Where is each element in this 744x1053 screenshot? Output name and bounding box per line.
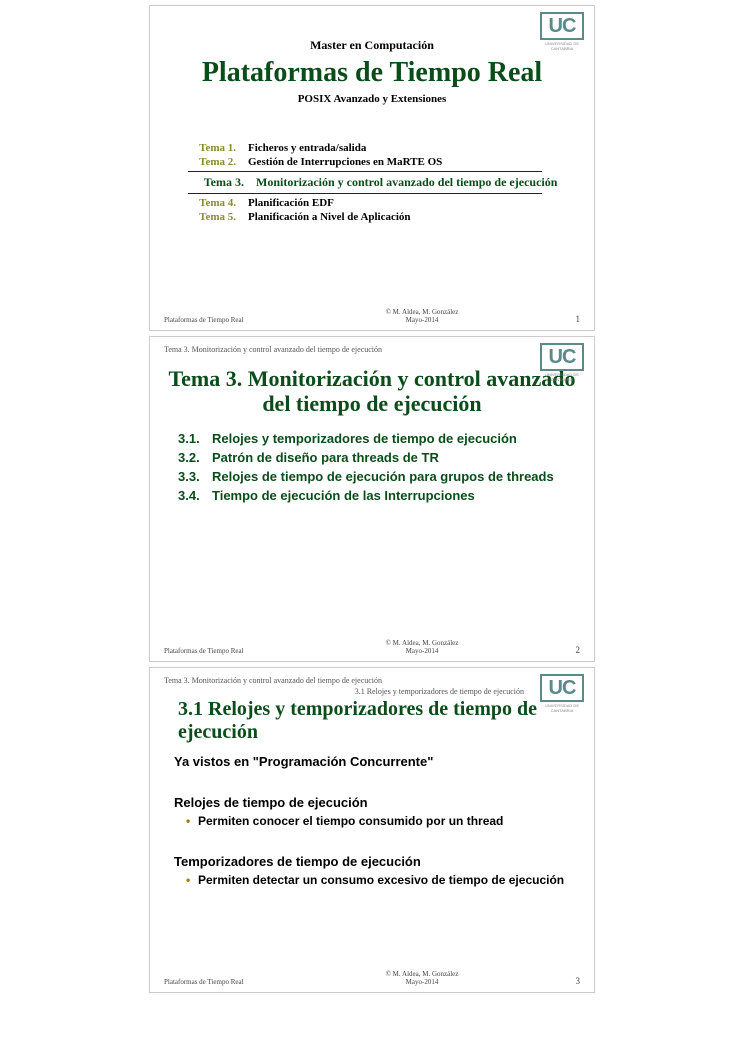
footer-left: Plataformas de Tiempo Real <box>164 316 284 324</box>
footer: Plataformas de Tiempo Real © M. Aldea, M… <box>164 308 580 324</box>
footer-center: © M. Aldea, M. González Mayo-2014 <box>284 308 560 324</box>
logo: UC UNIVERSIDAD DE CANTABRIA <box>540 674 584 713</box>
section-text: Relojes y temporizadores de tiempo de ej… <box>212 431 580 446</box>
toc: Tema 1. Ficheros y entrada/salida Tema 2… <box>188 141 580 169</box>
section-title: 3.1 Relojes y temporizadores de tiempo d… <box>174 698 580 744</box>
heading-1: Relojes de tiempo de ejecución <box>174 795 580 810</box>
toc-label: Planificación EDF <box>248 197 580 209</box>
breadcrumb: Tema 3. Monitorización y control avanzad… <box>164 676 580 685</box>
subtitle: POSIX Avanzado y Extensiones <box>164 93 580 105</box>
section-row: 3.2. Patrón de diseño para threads de TR <box>178 450 580 465</box>
footer-copyright: © M. Aldea, M. González <box>386 639 459 647</box>
toc-separator <box>188 171 542 172</box>
section-text: Patrón de diseño para threads de TR <box>212 450 580 465</box>
toc-after: Tema 4. Planificación EDF Tema 5. Planif… <box>188 196 580 224</box>
footer-copyright: © M. Aldea, M. González <box>386 970 459 978</box>
page-number: 3 <box>560 976 580 986</box>
footer-date: Mayo-2014 <box>406 978 439 986</box>
toc-row: Tema 4. Planificación EDF <box>188 196 580 210</box>
section-row: 3.4. Tiempo de ejecución de las Interrup… <box>178 488 580 503</box>
bullet-text: Permiten conocer el tiempo consumido por… <box>198 814 580 828</box>
breadcrumb: Tema 3. Monitorización y control avanzad… <box>164 345 580 354</box>
slide-2: Tema 3. Monitorización y control avanzad… <box>149 336 595 662</box>
bullet-icon: • <box>186 873 198 887</box>
footer-copyright: © M. Aldea, M. González <box>386 308 459 316</box>
toc-separator <box>188 193 542 194</box>
toc-label: Gestión de Interrupciones en MaRTE OS <box>248 156 580 168</box>
toc-num: Tema 4. <box>188 197 248 209</box>
footer-center: © M. Aldea, M. González Mayo-2014 <box>284 639 560 655</box>
bullet-icon: • <box>186 814 198 828</box>
footer: Plataformas de Tiempo Real © M. Aldea, M… <box>164 639 580 655</box>
logo-text: UC <box>540 343 584 371</box>
section-list: 3.1. Relojes y temporizadores de tiempo … <box>178 431 580 503</box>
footer-center: © M. Aldea, M. González Mayo-2014 <box>284 970 560 986</box>
slide-title: Tema 3. Monitorización y control avanzad… <box>164 366 580 417</box>
section-num: 3.3. <box>178 469 212 484</box>
footer-date: Mayo-2014 <box>406 316 439 324</box>
section-row: 3.3. Relojes de tiempo de ejecución para… <box>178 469 580 484</box>
toc-num: Tema 1. <box>188 142 248 154</box>
main-title: Plataformas de Tiempo Real <box>164 57 580 89</box>
heading-2: Temporizadores de tiempo de ejecución <box>174 854 580 869</box>
logo-subtext: UNIVERSIDAD DE CANTABRIA <box>540 41 584 51</box>
logo: UC UNIVERSIDAD DE CANTABRIA <box>540 12 584 51</box>
toc-label: Planificación a Nivel de Aplicación <box>248 211 580 223</box>
footer: Plataformas de Tiempo Real © M. Aldea, M… <box>164 970 580 986</box>
section-text: Tiempo de ejecución de las Interrupcione… <box>212 488 580 503</box>
toc-label: Monitorización y control avanzado del ti… <box>256 175 580 190</box>
slide-1: UC UNIVERSIDAD DE CANTABRIA Master en Co… <box>149 5 595 331</box>
logo-subtext: UNIVERSIDAD DE CANTABRIA <box>540 372 584 382</box>
page-number: 2 <box>560 645 580 655</box>
section-num: 3.2. <box>178 450 212 465</box>
toc-highlight-wrap: Tema 3. Monitorización y control avanzad… <box>188 174 580 191</box>
footer-date: Mayo-2014 <box>406 647 439 655</box>
toc-num: Tema 3. <box>188 175 256 190</box>
breadcrumb-sub: 3.1 Relojes y temporizadores de tiempo d… <box>164 687 580 696</box>
slide-3: Tema 3. Monitorización y control avanzad… <box>149 667 595 993</box>
toc-num: Tema 5. <box>188 211 248 223</box>
section-title-text: 3.1 Relojes y temporizadores de tiempo d… <box>174 698 580 744</box>
logo-text: UC <box>540 674 584 702</box>
section-num: 3.1. <box>178 431 212 446</box>
bullet-row: • Permiten detectar un consumo excesivo … <box>186 873 580 887</box>
footer-left: Plataformas de Tiempo Real <box>164 647 284 655</box>
section-text: Relojes de tiempo de ejecución para grup… <box>212 469 580 484</box>
footer-left: Plataformas de Tiempo Real <box>164 978 284 986</box>
logo-subtext: UNIVERSIDAD DE CANTABRIA <box>540 703 584 713</box>
toc-num: Tema 2. <box>188 156 248 168</box>
intro-text: Ya vistos en "Programación Concurrente" <box>174 754 580 769</box>
bullet-text: Permiten detectar un consumo excesivo de… <box>198 873 580 887</box>
bullet-row: • Permiten conocer el tiempo consumido p… <box>186 814 580 828</box>
toc-row-highlight: Tema 3. Monitorización y control avanzad… <box>188 174 580 191</box>
toc-label: Ficheros y entrada/salida <box>248 142 580 154</box>
section-row: 3.1. Relojes y temporizadores de tiempo … <box>178 431 580 446</box>
logo: UC UNIVERSIDAD DE CANTABRIA <box>540 343 584 382</box>
toc-row: Tema 1. Ficheros y entrada/salida <box>188 141 580 155</box>
logo-text: UC <box>540 12 584 40</box>
toc-row: Tema 2. Gestión de Interrupciones en MaR… <box>188 155 580 169</box>
toc-row: Tema 5. Planificación a Nivel de Aplicac… <box>188 210 580 224</box>
pretitle: Master en Computación <box>164 38 580 53</box>
page-number: 1 <box>560 314 580 324</box>
section-num: 3.4. <box>178 488 212 503</box>
